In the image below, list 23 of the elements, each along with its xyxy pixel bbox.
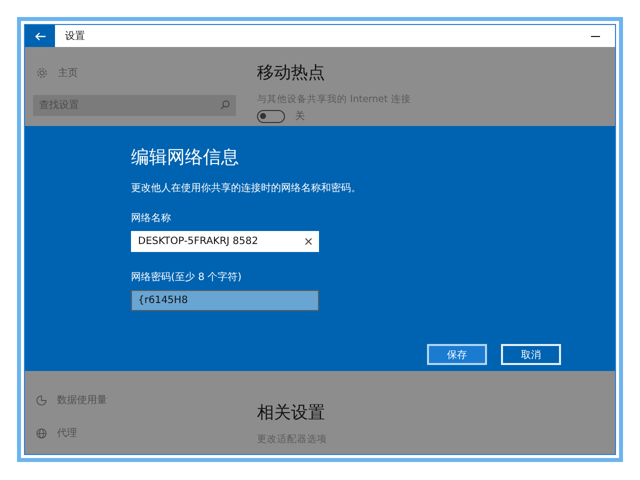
search-icon [220, 100, 230, 110]
pie-chart-icon [36, 394, 47, 406]
page-heading: 移动热点 [257, 62, 326, 84]
back-button[interactable] [25, 25, 55, 47]
cancel-button[interactable]: 取消 [501, 344, 561, 365]
input-field[interactable]: DESKTOP-5FRAKRJ 8582 [131, 231, 319, 252]
field-label: 网络名称 [131, 212, 172, 225]
window-title: 设置 [65, 30, 86, 43]
back-arrow-icon [34, 32, 46, 40]
section-heading: 相关设置 [257, 402, 326, 424]
nav-item[interactable]: 数据使用量 [33, 392, 257, 408]
nav-item[interactable]: 代理 [33, 425, 257, 441]
hotspot-toggle[interactable] [257, 110, 285, 122]
input-field[interactable]: {r6145H8 [131, 290, 319, 311]
clear-icon[interactable] [305, 238, 312, 245]
home-nav-item[interactable]: 主页 [33, 65, 257, 81]
globe-icon [36, 428, 47, 438]
dialog-description: 更改他人在使用你共享的连接时的网络名称和密码。 [131, 182, 362, 195]
gear-icon [36, 67, 48, 79]
dialog-title: 编辑网络信息 [131, 146, 240, 169]
field-label: 网络密码(至少 8 个字符) [131, 270, 243, 284]
save-button[interactable]: 保存 [427, 344, 487, 365]
toggle-state-label: 关 [295, 110, 305, 123]
